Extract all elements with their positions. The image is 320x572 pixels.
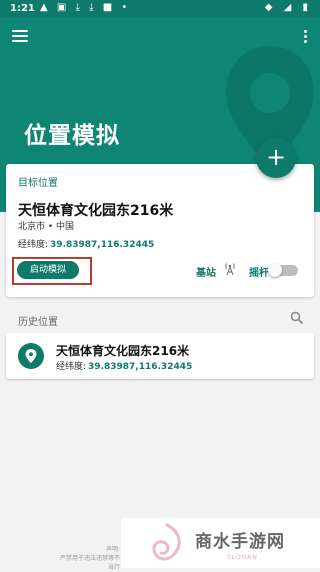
start-simulation-button[interactable]: 启动模拟 (17, 261, 79, 279)
history-place-name: 天恒体育文化园东216米 (56, 344, 190, 358)
notification-icons: ▲ ▣ ⤓ ⤓ ■ • (40, 2, 131, 13)
joystick-label: 摇杆 (249, 268, 269, 279)
history-coords-label: 经纬度: (56, 362, 87, 372)
history-coords-value: 39.83987,116.32445 (88, 362, 193, 372)
status-time: 1:21 (10, 3, 35, 14)
system-icons: ◆ ◢ ▮ (264, 2, 312, 13)
watermark: 商水手游网 SLOGAN (121, 518, 320, 568)
joystick-toggle[interactable] (268, 263, 298, 277)
disclaimer-line-1: 声明: (105, 546, 120, 553)
history-section-label: 历史位置 (18, 317, 58, 328)
watermark-text: 商水手游网 (195, 532, 285, 552)
location-pin-icon (25, 349, 37, 363)
page-title: 位置模拟 (24, 123, 120, 149)
target-place-name: 天恒体育文化园东216米 (18, 203, 174, 219)
target-location-card: 目标位置 天恒体育文化园东216米 北京市 • 中国 经纬度: 39.83987,… (6, 164, 314, 297)
location-pin-avatar (18, 343, 44, 369)
watermark-slogan: SLOGAN (227, 554, 258, 561)
status-bar: 1:21 ▲ ▣ ⤓ ⤓ ■ • ◆ ◢ ▮ (0, 0, 320, 18)
add-location-button[interactable]: + (256, 138, 296, 178)
search-icon[interactable] (290, 311, 304, 325)
plus-icon: + (265, 143, 287, 171)
target-section-label: 目标位置 (18, 178, 58, 189)
target-region: 北京市 • 中国 (18, 222, 75, 232)
disclaimer-line-2: 严禁用于违法违禁等不当行 (60, 555, 121, 571)
base-station-button[interactable]: 基站 (196, 264, 216, 279)
history-list-item[interactable]: 天恒体育文化园东216米 经纬度: 39.83987,116.32445 (6, 333, 314, 379)
target-coords: 经纬度: 39.83987,116.32445 (18, 237, 154, 250)
coords-value: 39.83987,116.32445 (50, 240, 155, 250)
toggle-thumb (268, 263, 282, 277)
menu-icon[interactable] (12, 30, 28, 44)
signal-tower-icon[interactable] (224, 262, 236, 276)
history-coords: 经纬度: 39.83987,116.32445 (56, 359, 192, 372)
more-vert-icon[interactable] (304, 30, 308, 46)
coords-label: 经纬度: (18, 240, 49, 250)
watermark-logo-icon (152, 523, 181, 561)
